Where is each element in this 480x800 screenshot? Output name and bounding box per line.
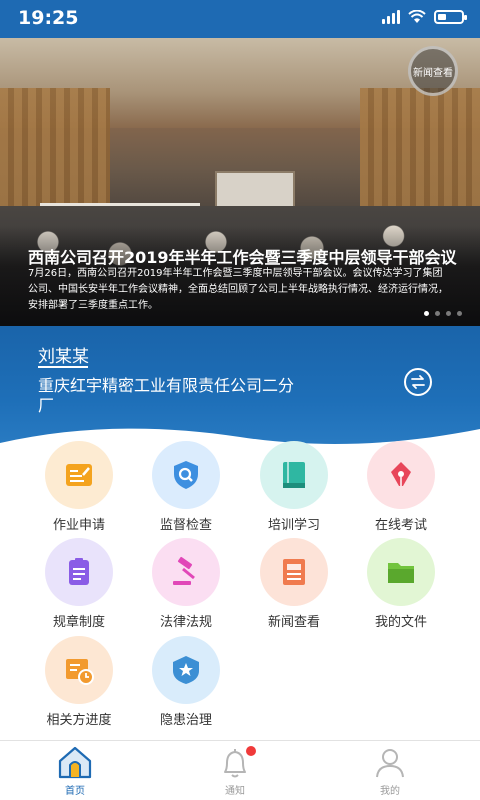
menu-item-label: 培训学习 [267,518,320,533]
menu-item-label: 法律法规 [159,615,212,630]
user-name: 刘某某 [38,347,89,367]
menu-item[interactable]: 新闻查看 [239,538,349,634]
gavel-icon [152,538,220,606]
progress-clock-icon [45,636,113,704]
tab-home-label: 首页 [65,786,85,797]
status-bar: 19:25 [0,0,480,38]
carousel-dot[interactable] [446,311,451,316]
book-icon [260,441,328,509]
menu-item-label: 我的文件 [374,615,427,630]
switch-arrows-icon[interactable] [404,368,432,396]
menu-item[interactable]: 相关方进度 [24,636,134,732]
name-underline [38,366,88,368]
menu-item-label: 监督检查 [159,518,212,533]
menu-item[interactable]: 规章制度 [24,538,134,634]
menu-item-label: 新闻查看 [267,615,320,630]
menu-item-label: 在线考试 [374,518,427,533]
menu-item-label: 隐患治理 [159,713,212,728]
news-view-badge[interactable]: 新闻查看 [408,46,458,96]
tab-bar: 首页 通知 我的 [0,740,480,800]
application-form-icon [45,441,113,509]
badge-star-icon [152,636,220,704]
menu-item[interactable]: 作业申请 [24,441,134,537]
carousel-dot[interactable] [457,311,462,316]
tab-mine-label: 我的 [380,786,400,797]
battery-icon [434,10,467,24]
notification-dot [246,746,256,756]
home-icon [58,746,92,779]
pen-nib-icon [367,441,435,509]
menu-item[interactable]: 隐患治理 [131,636,241,732]
profile-section: 刘某某 重庆红宇精密工业有限责任公司二分厂 [0,326,480,450]
user-icon [376,749,404,778]
status-time: 19:25 [18,7,79,29]
menu-item-label: 规章制度 [52,615,105,630]
carousel-dot[interactable] [435,311,440,316]
status-icons [382,10,467,24]
shield-search-icon [152,441,220,509]
tab-home[interactable]: 首页 [35,741,115,800]
banner-title[interactable]: 西南公司召开2019年半年工作会暨三季度中层领导干部会议 [28,244,457,268]
menu-item[interactable]: 培训学习 [239,441,349,537]
menu-item[interactable]: 在线考试 [346,441,456,537]
tab-notice[interactable]: 通知 [195,741,275,800]
carousel-dot[interactable] [424,311,429,316]
battery-level [438,14,446,20]
signal-icon [382,10,400,24]
banner-description: 7月26日，西南公司召开2019年半年工作会暨三季度中层领导干部会议。会议传达学… [28,268,448,311]
menu-item[interactable]: 法律法规 [131,538,241,634]
menu-item[interactable]: 我的文件 [346,538,456,634]
menu-item-label: 相关方进度 [46,713,112,728]
rules-document-icon [45,538,113,606]
folder-icon [367,538,435,606]
carousel-dots[interactable] [424,311,462,316]
menu-item[interactable]: 监督检查 [131,441,241,537]
company-name: 重庆红宇精密工业有限责任公司二分厂 [38,376,295,415]
wifi-icon [408,10,426,23]
news-banner[interactable]: 新闻查看 西南公司召开2019年半年工作会暨三季度中层领导干部会议 7月26日，… [0,38,480,326]
menu-item-label: 作业申请 [52,518,105,533]
newspaper-icon [260,538,328,606]
tab-notice-label: 通知 [225,786,245,797]
tab-mine[interactable]: 我的 [350,741,430,800]
